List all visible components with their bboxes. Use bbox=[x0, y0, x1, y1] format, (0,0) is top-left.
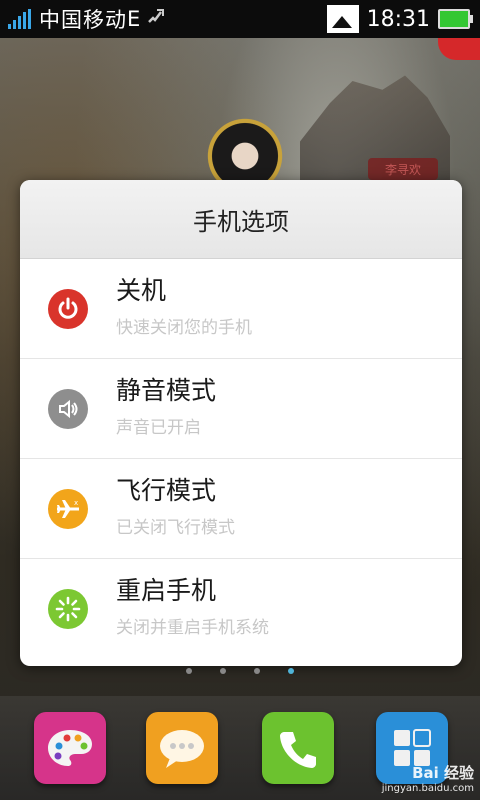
theme-app-button[interactable] bbox=[34, 712, 106, 784]
svg-text:x: x bbox=[74, 499, 78, 507]
option-subtitle: 快速关闭您的手机 bbox=[116, 318, 252, 338]
airplane-icon: x bbox=[48, 488, 88, 529]
watermark-url: jingyan.baidu.com bbox=[381, 783, 474, 794]
page-dot[interactable] bbox=[220, 668, 226, 674]
baidu-watermark: Bai 经验 jingyan.baidu.com bbox=[360, 758, 480, 798]
page-dot[interactable] bbox=[186, 668, 192, 674]
messages-app-button[interactable] bbox=[146, 712, 218, 784]
page-dot[interactable] bbox=[254, 668, 260, 674]
speaker-icon bbox=[48, 388, 88, 429]
signal-icon bbox=[8, 9, 31, 29]
dialog-title: 手机选项 bbox=[20, 180, 462, 259]
option-subtitle: 已关闭飞行模式 bbox=[116, 518, 235, 538]
clock: 18:31 bbox=[366, 6, 430, 32]
option-title: 重启手机 bbox=[116, 576, 217, 605]
option-title: 静音模式 bbox=[116, 376, 217, 405]
page-indicator bbox=[0, 668, 480, 674]
wallpaper-tag: 李寻欢 bbox=[368, 158, 438, 180]
option-subtitle: 关闭并重启手机系统 bbox=[116, 618, 269, 638]
phone-icon bbox=[280, 732, 316, 768]
status-bar: 中国移动 E 18:31 bbox=[0, 0, 480, 38]
restart-icon bbox=[48, 588, 88, 629]
option-restart[interactable]: 重启手机 关闭并重启手机系统 bbox=[20, 559, 462, 658]
battery-icon bbox=[438, 9, 473, 29]
option-silent-mode[interactable]: 静音模式 声音已开启 bbox=[20, 359, 462, 459]
data-phone-icon bbox=[145, 6, 167, 33]
palette-icon bbox=[48, 730, 92, 766]
power-icon bbox=[48, 288, 88, 329]
network-type: E bbox=[127, 7, 142, 31]
watermark-main: Bai 经验 bbox=[412, 764, 474, 782]
option-title: 飞行模式 bbox=[116, 476, 217, 505]
carrier-name: 中国移动 bbox=[39, 8, 127, 32]
page-dot-active[interactable] bbox=[288, 668, 294, 674]
option-title: 关机 bbox=[116, 276, 167, 305]
phone-app-button[interactable] bbox=[262, 712, 334, 784]
image-notification-icon[interactable] bbox=[326, 5, 359, 33]
chat-bubble-icon bbox=[160, 730, 204, 768]
option-power-off[interactable]: 关机 快速关闭您的手机 bbox=[20, 259, 462, 359]
option-airplane-mode[interactable]: x 飞行模式 已关闭飞行模式 bbox=[20, 459, 462, 559]
phone-options-dialog: 手机选项 关机 快速关闭您的手机 静音模式 声音已开启 x 飞行模式 已关闭飞行… bbox=[20, 180, 462, 666]
option-subtitle: 声音已开启 bbox=[116, 418, 201, 438]
